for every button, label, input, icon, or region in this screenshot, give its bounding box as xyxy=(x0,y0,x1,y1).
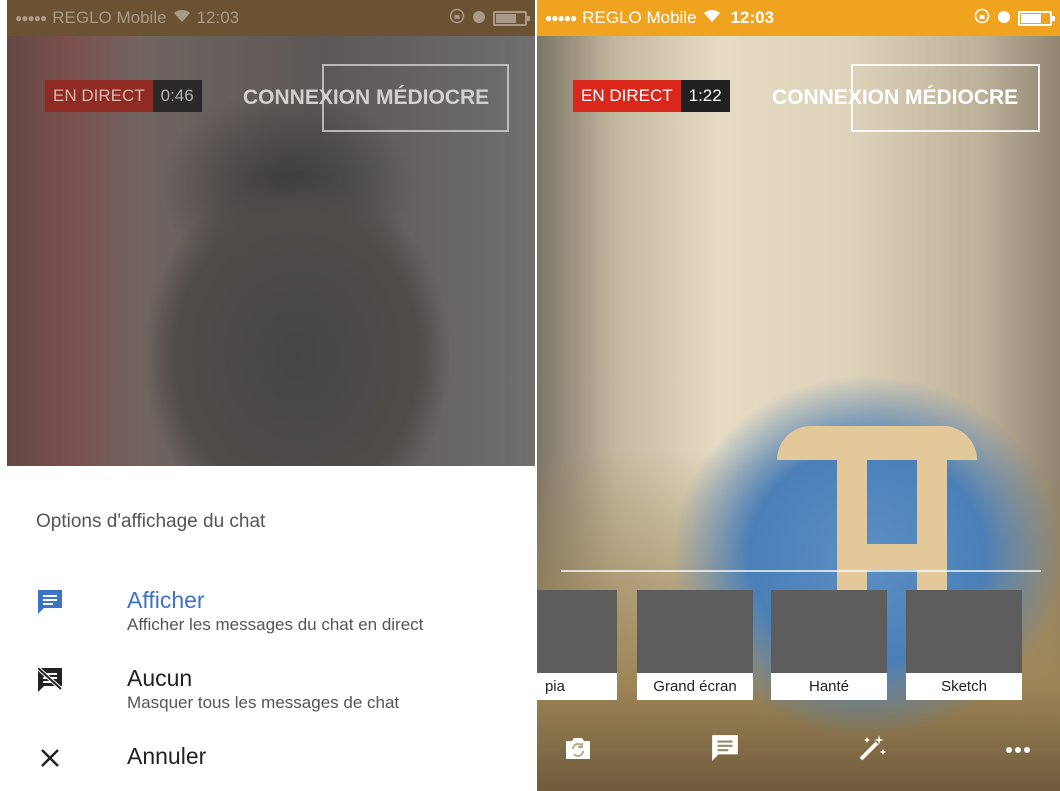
chat-option-none[interactable]: Aucun Masquer tous les messages de chat xyxy=(7,664,535,724)
wifi-icon xyxy=(173,8,191,28)
status-time: 12:03 xyxy=(196,8,240,27)
more-horizontal-icon xyxy=(1005,741,1031,759)
rotation-lock-icon xyxy=(974,8,990,29)
close-icon xyxy=(36,744,64,772)
battery-icon xyxy=(1018,10,1055,26)
chat-options-sheet: Options d'affichage du chat Afficher Aff… xyxy=(7,466,535,791)
carrier-name: REGLO Mobile xyxy=(52,8,167,27)
live-timer: 0:46 xyxy=(152,80,202,112)
live-badge: EN DIRECT 0:46 xyxy=(45,80,202,112)
chat-message-icon xyxy=(710,733,740,768)
finish-button[interactable] xyxy=(851,64,1040,132)
live-badge: EN DIRECT 1:22 xyxy=(573,80,730,112)
live-label: EN DIRECT xyxy=(45,80,153,112)
effects-button[interactable] xyxy=(855,733,889,767)
chat-option-label: Annuler xyxy=(127,743,207,769)
chat-option-cancel[interactable]: Annuler xyxy=(7,742,535,791)
status-bar: ●●●●● REGLO Mobile 12:03 xyxy=(537,0,1060,36)
chat-option-label: Afficher xyxy=(127,587,205,613)
sheet-title: Options d'affichage du chat xyxy=(36,511,266,532)
switch-camera-icon xyxy=(563,734,593,767)
chat-off-icon xyxy=(36,666,64,694)
alarm-icon xyxy=(996,8,1012,29)
filter-thumbnail xyxy=(637,590,753,673)
signal-dots-icon: ●●●●● xyxy=(545,11,577,25)
filter-option[interactable]: pia xyxy=(537,590,617,700)
status-time: 12:03 xyxy=(730,8,775,27)
switch-camera-button[interactable] xyxy=(561,733,595,767)
status-bar: ●●●●● REGLO Mobile 12:03 xyxy=(7,0,535,36)
live-label: EN DIRECT xyxy=(573,80,681,112)
alarm-icon xyxy=(471,8,487,29)
chair-crossbar xyxy=(837,544,947,570)
chat-message-icon xyxy=(36,588,64,616)
chair-backrest xyxy=(777,426,977,460)
filter-label: pia xyxy=(537,673,617,700)
filter-option[interactable]: Grand écran xyxy=(637,590,753,700)
filter-divider xyxy=(561,570,1041,572)
filter-thumbnail xyxy=(537,590,617,673)
filter-option[interactable]: Hanté xyxy=(771,590,887,700)
finish-button[interactable] xyxy=(322,64,509,132)
chat-option-label: Aucun xyxy=(127,665,193,691)
rotation-lock-icon xyxy=(449,8,465,29)
chat-option-description: Masquer tous les messages de chat xyxy=(127,693,400,712)
right-phone-screen: ●●●●● REGLO Mobile 12:03 EN DIRECT 1:22 … xyxy=(537,0,1060,791)
filter-label: Grand écran xyxy=(637,673,753,700)
filter-thumbnail xyxy=(771,590,887,673)
magic-wand-icon xyxy=(857,733,887,768)
chat-option-show[interactable]: Afficher Afficher les messages du chat e… xyxy=(7,586,535,646)
wifi-icon xyxy=(703,8,721,28)
filter-label: Hanté xyxy=(771,673,887,700)
battery-icon xyxy=(493,10,530,26)
signal-dots-icon: ●●●●● xyxy=(15,11,47,25)
carrier-name: REGLO Mobile xyxy=(582,8,697,27)
chat-option-description: Afficher les messages du chat en direct xyxy=(127,615,424,634)
live-timer: 1:22 xyxy=(680,80,730,112)
filter-thumbnail xyxy=(906,590,1022,673)
chat-button[interactable] xyxy=(708,733,742,767)
left-phone-screen: ●●●●● REGLO Mobile 12:03 EN DIRECT 0:46 … xyxy=(7,0,535,791)
filter-option[interactable]: Sketch xyxy=(906,590,1022,700)
filter-label: Sketch xyxy=(906,673,1022,700)
more-button[interactable] xyxy=(1001,733,1035,767)
